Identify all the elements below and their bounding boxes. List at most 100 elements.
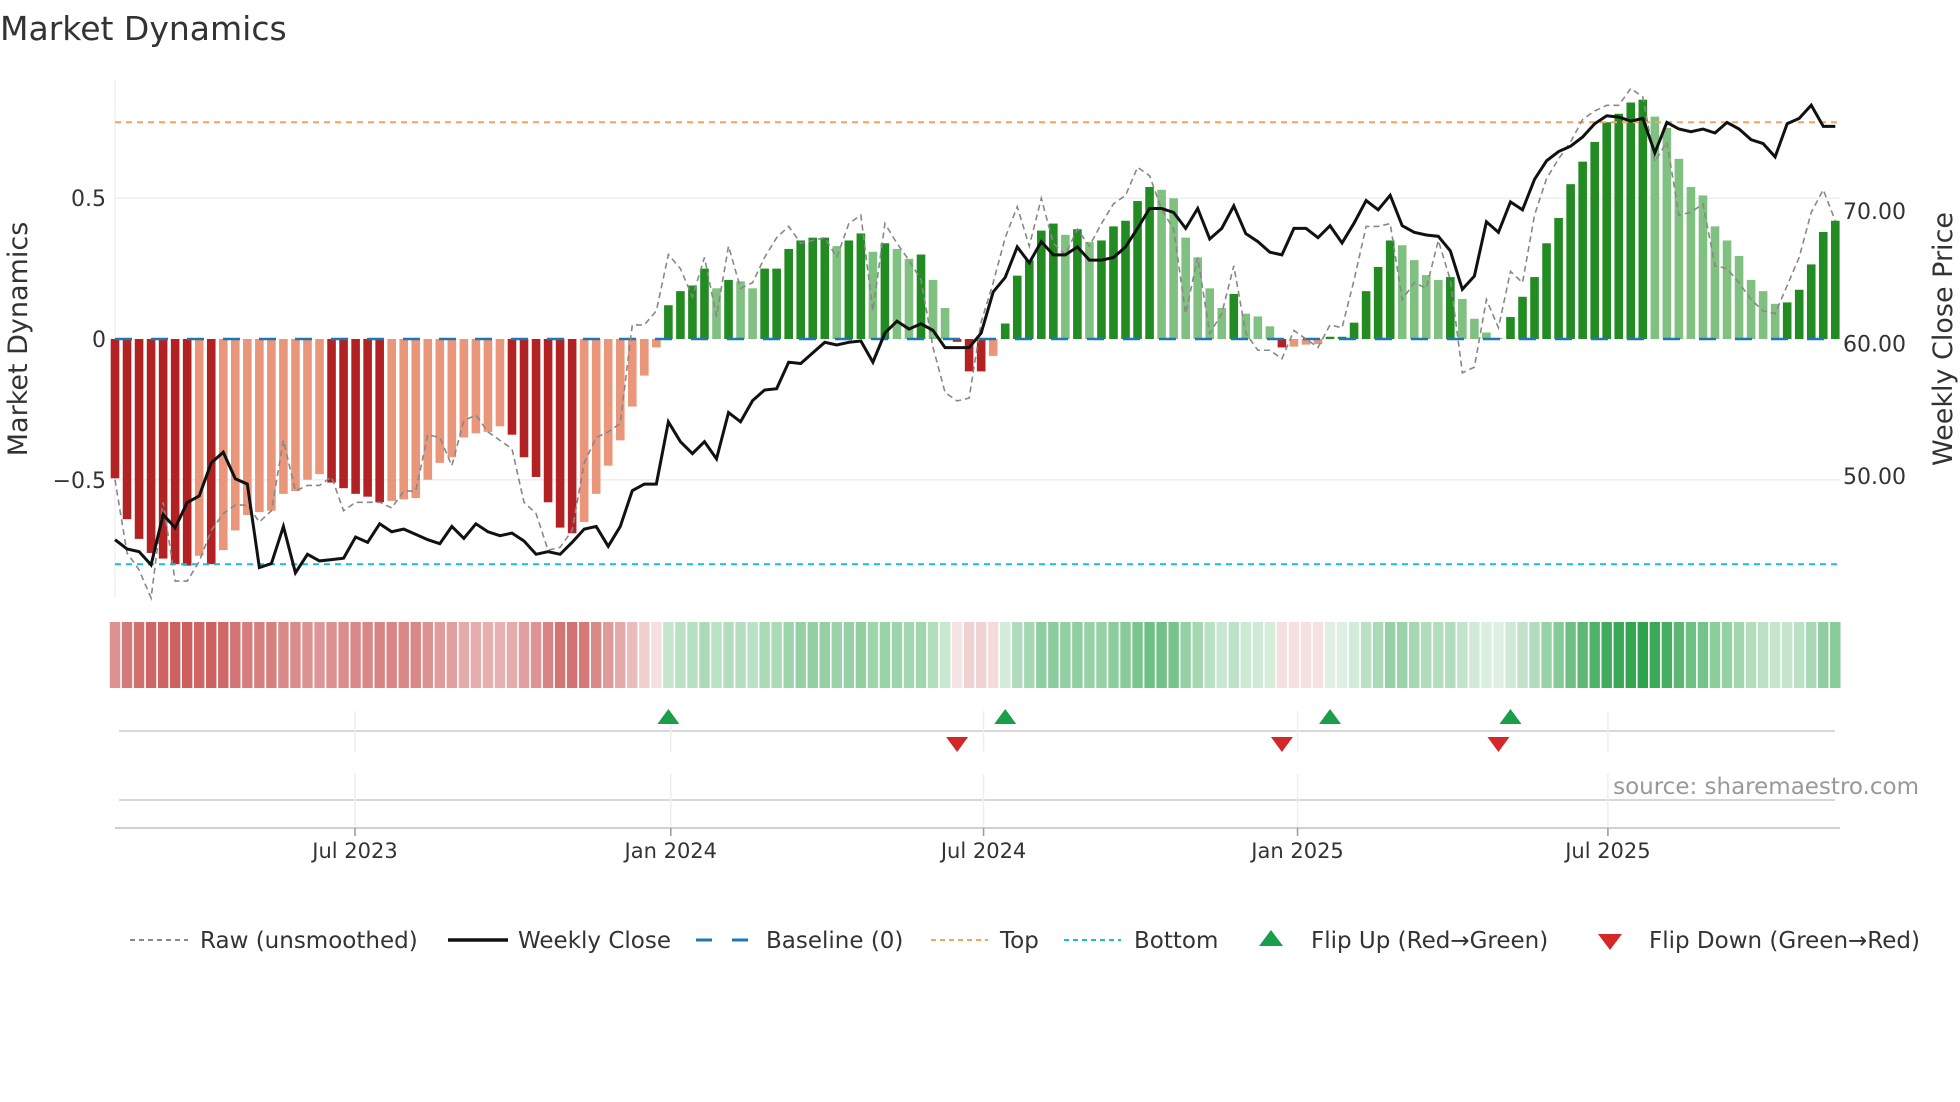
strip-cell — [494, 622, 506, 688]
x-tick-label: Jul 2025 — [1563, 839, 1650, 863]
strip-cell — [1806, 622, 1817, 688]
dynamics-bar — [567, 339, 577, 534]
strip-cell — [1204, 622, 1215, 688]
x-tick-label: Jan 2025 — [1249, 839, 1344, 863]
dynamics-bar — [315, 339, 324, 475]
dynamics-bar — [387, 339, 396, 501]
strip-cell — [133, 622, 145, 688]
dynamics-bar — [231, 339, 240, 531]
dynamics-bar — [411, 339, 421, 499]
strip-cell — [1228, 622, 1239, 688]
strip-cell — [398, 622, 409, 688]
strip-cell — [591, 622, 602, 688]
strip-cell — [422, 622, 433, 688]
strip-cell — [1529, 622, 1540, 688]
strip-cell — [807, 622, 818, 688]
dynamics-bar — [1566, 184, 1575, 339]
strip-cell — [927, 622, 939, 688]
strip-cell — [1649, 622, 1661, 688]
dynamics-bar — [736, 281, 745, 339]
left-axis-title: Market Dynamics — [3, 222, 34, 457]
strip-cell — [530, 622, 542, 688]
right-y-tick-label: 60.00 — [1843, 333, 1906, 358]
strip-cell — [1757, 622, 1769, 688]
flip-up-marker — [657, 709, 680, 724]
strip-cell — [1300, 622, 1312, 688]
dynamics-bar — [640, 339, 649, 376]
dynamics-bar — [1253, 316, 1263, 339]
strip-cell — [675, 622, 686, 688]
dynamics-bar — [1530, 277, 1539, 339]
market-dynamics-chart: Market Dynamics Market Dynamics Weekly C… — [0, 9, 1959, 954]
strip-cell — [1493, 622, 1504, 688]
dynamics-bar — [1506, 317, 1515, 339]
strip-cell — [1457, 622, 1468, 688]
strip-cell — [542, 622, 554, 688]
strip-cell — [1156, 622, 1167, 688]
strip-cell — [1168, 622, 1179, 688]
strip-cell — [121, 622, 133, 688]
strip-cell — [206, 622, 217, 688]
strip-cell — [1613, 622, 1624, 688]
strip-cell — [1733, 622, 1745, 688]
dynamics-bar — [1385, 240, 1395, 339]
dynamics-bar — [988, 339, 998, 356]
dynamics-bar — [447, 339, 457, 458]
dynamics-bar — [1794, 289, 1804, 339]
dynamics-bar — [844, 240, 854, 339]
strip-cell — [627, 622, 638, 688]
strip-cell — [603, 622, 614, 688]
dynamics-bar — [1722, 240, 1732, 339]
dynamics-bar — [1770, 303, 1780, 339]
strip-cell — [1445, 622, 1456, 688]
strip-cell — [1589, 622, 1600, 688]
dynamics-bar — [327, 339, 336, 483]
dynamics-bar — [279, 339, 288, 494]
strip-cell — [1818, 622, 1829, 688]
strip-cell — [181, 622, 193, 688]
dynamics-bar — [1578, 161, 1587, 339]
strip-cell — [1144, 622, 1155, 688]
dynamics-bar — [1229, 293, 1239, 339]
strip-cell — [1565, 622, 1576, 688]
strip-cell — [903, 622, 915, 688]
legend-flip-up-icon — [1259, 930, 1283, 946]
strip-cell — [1830, 622, 1841, 688]
dynamics-bar — [339, 339, 348, 489]
strip-cell — [1084, 622, 1095, 688]
strip-cell — [482, 622, 494, 688]
strip-cell — [326, 622, 337, 688]
strip-cell — [1481, 622, 1492, 688]
regime-strip — [109, 622, 1841, 688]
strip-cell — [855, 622, 867, 688]
strip-cell — [1348, 622, 1360, 688]
strip-cell — [1745, 622, 1757, 688]
strip-cell — [639, 622, 650, 688]
dynamics-bar — [748, 288, 757, 339]
strip-cell — [651, 622, 662, 688]
dynamics-bar — [1518, 296, 1527, 339]
strip-cell — [374, 622, 385, 688]
strip-cell — [278, 622, 289, 688]
dynamics-bar — [1265, 326, 1275, 339]
strip-cell — [759, 622, 770, 688]
strip-cell — [566, 622, 578, 688]
dynamics-bar — [820, 237, 830, 339]
strip-cell — [1781, 622, 1793, 688]
legend-label: Baseline (0) — [766, 928, 903, 954]
dynamics-bar — [724, 279, 733, 339]
dynamics-bar — [1626, 102, 1636, 340]
strip-cell — [470, 622, 482, 688]
strip-cell — [1336, 622, 1348, 688]
dynamics-bar — [868, 251, 878, 339]
x-tick-label: Jul 2023 — [310, 839, 397, 863]
dynamics-bar — [1446, 277, 1455, 339]
strip-cell — [169, 622, 181, 688]
dynamics-bar — [1602, 122, 1612, 339]
dynamics-bar — [110, 339, 120, 479]
dynamics-bar — [194, 339, 204, 556]
right-y-tick-label: 50.00 — [1843, 465, 1906, 490]
strip-cell — [1721, 622, 1733, 688]
dynamics-bar — [531, 339, 541, 477]
legend-label: Bottom — [1134, 928, 1218, 954]
